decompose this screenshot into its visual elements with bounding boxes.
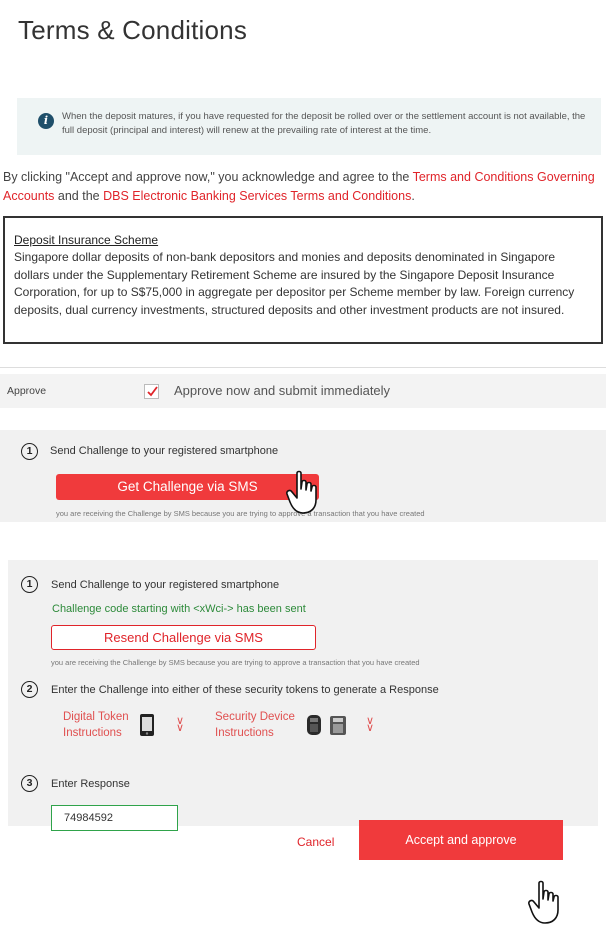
info-icon: i — [38, 113, 54, 129]
step-number: 1 — [21, 576, 38, 593]
ebanking-terms-link[interactable]: DBS Electronic Banking Services Terms an… — [103, 189, 411, 203]
step-label: Send Challenge to your registered smartp… — [51, 579, 280, 591]
deposit-insurance-text: Singapore dollar deposits of non-bank de… — [14, 250, 575, 317]
hand-cursor-icon — [286, 470, 317, 514]
response-input[interactable] — [51, 805, 178, 831]
security-device-line2: Instructions — [215, 727, 274, 739]
deposit-insurance-title: Deposit Insurance Scheme — [14, 233, 159, 247]
security-device-icon — [307, 715, 346, 735]
step-number: 1 — [21, 443, 38, 460]
chevron-down-icon[interactable]: ∨ ∨ — [366, 716, 374, 734]
info-notice: i When the deposit matures, if you have … — [17, 98, 601, 155]
step-label: Enter Response — [51, 778, 130, 790]
agreement-mid: and the — [54, 189, 104, 203]
step-label: Enter the Challenge into either of these… — [51, 684, 439, 696]
sms-note: you are receiving the Challenge by SMS b… — [56, 509, 425, 518]
approve-row: Approve Approve now and submit immediate… — [0, 374, 606, 408]
info-notice-text: When the deposit matures, if you have re… — [62, 111, 586, 136]
step-number: 2 — [21, 681, 38, 698]
digital-token-instructions-link[interactable]: Digital Token Instructions — [63, 709, 129, 741]
approve-checkbox[interactable] — [144, 384, 159, 399]
chevron-down-icon[interactable]: ∨ ∨ — [176, 716, 184, 734]
hand-cursor-icon — [528, 880, 559, 924]
digital-token-line2: Instructions — [63, 727, 122, 739]
approve-option-text: Approve now and submit immediately — [174, 383, 391, 398]
digital-token-line1: Digital Token — [63, 711, 129, 723]
challenge-sent-message: Challenge code starting with <xWci-> has… — [52, 603, 306, 615]
step-number: 3 — [21, 775, 38, 792]
security-device-instructions-link[interactable]: Security Device Instructions — [215, 709, 295, 741]
cancel-button[interactable]: Cancel — [297, 835, 334, 849]
agreement-suffix: . — [411, 189, 415, 203]
get-challenge-button[interactable]: Get Challenge via SMS — [56, 474, 319, 500]
checkmark-icon — [147, 386, 158, 397]
agreement-prefix: By clicking "Accept and approve now," yo… — [3, 170, 413, 184]
approve-label: Approve — [7, 385, 47, 397]
security-device-line1: Security Device — [215, 711, 295, 723]
accept-and-approve-button[interactable]: Accept and approve — [359, 820, 563, 860]
page-title: Terms & Conditions — [18, 15, 248, 45]
step-label: Send Challenge to your registered smartp… — [50, 445, 279, 457]
agreement-text: By clicking "Accept and approve now," yo… — [3, 168, 603, 206]
resend-challenge-button[interactable]: Resend Challenge via SMS — [51, 625, 316, 650]
sms-note: you are receiving the Challenge by SMS b… — [51, 658, 420, 667]
smartphone-icon — [140, 714, 154, 736]
terms-panel: Terms & Conditions i When the deposit ma… — [0, 0, 606, 368]
deposit-insurance-box: Deposit Insurance Scheme Singapore dolla… — [3, 216, 603, 344]
challenge-form-panel: 1 Send Challenge to your registered smar… — [8, 560, 598, 934]
